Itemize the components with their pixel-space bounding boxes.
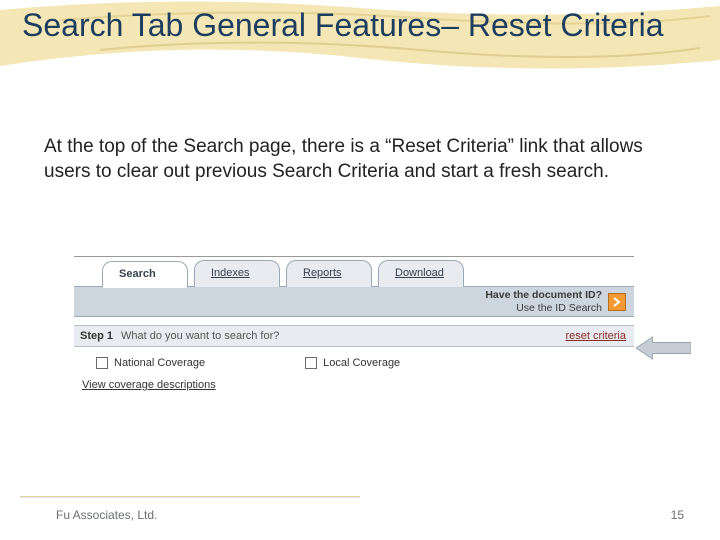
tab-search[interactable]: Search bbox=[102, 261, 188, 288]
slide-footer: Fu Associates, Ltd. 15 bbox=[0, 508, 720, 522]
arrow-right-icon bbox=[612, 297, 622, 307]
footer-company: Fu Associates, Ltd. bbox=[56, 508, 157, 522]
slide-body-text: At the top of the Search page, there is … bbox=[44, 135, 664, 184]
national-coverage-label: National Coverage bbox=[114, 357, 205, 369]
footer-rule bbox=[20, 496, 360, 498]
checkbox-icon bbox=[96, 357, 108, 369]
tab-download[interactable]: Download bbox=[378, 260, 464, 287]
id-search-go-button[interactable] bbox=[608, 293, 626, 311]
coverage-options: National Coverage Local Coverage bbox=[74, 347, 634, 379]
callout-arrow-icon bbox=[636, 335, 691, 361]
id-search-line1: Have the document ID? bbox=[485, 289, 602, 301]
local-coverage-option[interactable]: Local Coverage bbox=[305, 357, 400, 369]
tab-reports[interactable]: Reports bbox=[286, 260, 372, 287]
id-search-line2: Use the ID Search bbox=[485, 302, 602, 314]
national-coverage-option[interactable]: National Coverage bbox=[96, 357, 205, 369]
footer-page-number: 15 bbox=[671, 508, 684, 522]
slide-title: Search Tab General Features– Reset Crite… bbox=[22, 8, 692, 44]
step-question: What do you want to search for? bbox=[121, 330, 279, 342]
view-coverage-descriptions-link[interactable]: View coverage descriptions bbox=[74, 379, 634, 399]
tab-bar: Search Indexes Reports Download bbox=[74, 257, 634, 287]
reset-criteria-link[interactable]: reset criteria bbox=[565, 330, 626, 342]
step-1-header: Step 1 What do you want to search for? r… bbox=[74, 325, 634, 347]
step-label: Step 1 bbox=[80, 330, 113, 342]
tab-indexes[interactable]: Indexes bbox=[194, 260, 280, 287]
screenshot-panel: Search Indexes Reports Download Have the… bbox=[74, 256, 634, 399]
checkbox-icon bbox=[305, 357, 317, 369]
local-coverage-label: Local Coverage bbox=[323, 357, 400, 369]
id-search-bar: Have the document ID? Use the ID Search bbox=[74, 287, 634, 317]
id-search-text: Have the document ID? Use the ID Search bbox=[485, 289, 602, 313]
